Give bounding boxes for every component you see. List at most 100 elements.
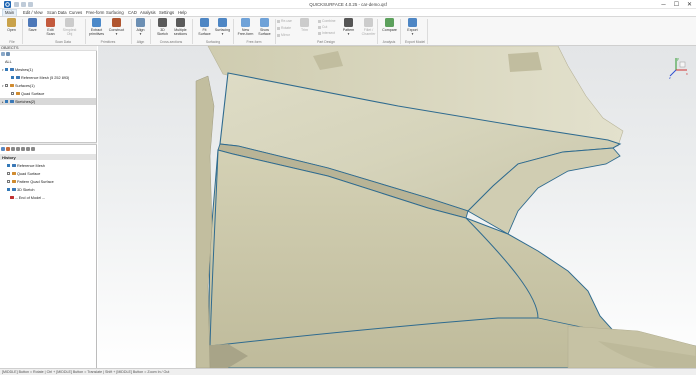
ribbon-button-label: Extract primitives bbox=[88, 28, 105, 36]
view-cube-x-label: x bbox=[686, 72, 688, 76]
ribbon-button-16[interactable]: Compare bbox=[381, 18, 398, 32]
ribbon-button-12[interactable]: Show Surface bbox=[256, 18, 273, 36]
ribbon-button-15[interactable]: Fillet / Chamfer bbox=[360, 18, 377, 36]
history-toolbar bbox=[0, 146, 97, 152]
ribbon-button-label: Fillet / Chamfer bbox=[361, 28, 376, 36]
history-tool-7-icon[interactable] bbox=[31, 147, 35, 151]
ribbon-button-11[interactable]: New Free-form bbox=[237, 18, 254, 36]
history-item-label: Pattern Quad Surface bbox=[16, 179, 54, 184]
ribbon-button-5[interactable]: Construct ▾ bbox=[108, 18, 125, 36]
visibility-checkbox[interactable] bbox=[5, 67, 9, 72]
visibility-checkbox[interactable] bbox=[5, 99, 9, 104]
ribbon-button-label: Export ▾ bbox=[407, 28, 418, 36]
ribbon-button-7[interactable]: 3D Sketch bbox=[154, 18, 171, 36]
maximize-button[interactable]: ☐ bbox=[670, 0, 683, 9]
ribbon-button-icon bbox=[300, 18, 309, 27]
group-label-file: File bbox=[9, 40, 15, 44]
rotate-button[interactable]: Rotate bbox=[277, 26, 291, 30]
ribbon-button-icon bbox=[344, 18, 353, 27]
history-item[interactable]: Reference Mesh bbox=[0, 162, 96, 169]
tree-item[interactable]: ▾ Surfaces(1) bbox=[0, 82, 96, 89]
ribbon-button-10[interactable]: Surfacing ▾ bbox=[214, 18, 231, 36]
close-button[interactable]: ✕ bbox=[683, 0, 696, 9]
history-item[interactable]: Quad Surface bbox=[0, 170, 96, 177]
tree-item[interactable]: ▾ Meshes(1) bbox=[0, 66, 96, 73]
ribbon-button-14[interactable]: Pattern ▾ bbox=[340, 18, 357, 36]
history-tool-2-icon[interactable] bbox=[6, 147, 10, 151]
ribbon-button-8[interactable]: Multiple sections bbox=[172, 18, 189, 36]
menu-main[interactable]: Main bbox=[2, 9, 18, 16]
tree-item[interactable]: ALL bbox=[0, 58, 96, 65]
object-type-icon bbox=[15, 75, 20, 80]
intersect-button[interactable]: Intersect bbox=[318, 31, 335, 35]
object-type-icon bbox=[9, 83, 14, 88]
tree-item-label: Reference Mesh (5 252 893) bbox=[20, 75, 70, 80]
group-label-surfacing: Surfacing bbox=[205, 40, 221, 44]
history-tool-5-icon[interactable] bbox=[21, 147, 25, 151]
history-item[interactable]: Pattern Quad Surface bbox=[0, 178, 96, 185]
visibility-checkbox[interactable] bbox=[11, 75, 15, 80]
history-tool-1-icon[interactable] bbox=[1, 147, 5, 151]
history-checkbox[interactable] bbox=[7, 187, 11, 192]
object-type-icon bbox=[9, 99, 14, 104]
ribbon-button-2[interactable]: Edit Scan bbox=[42, 18, 59, 36]
ribbon-button-3[interactable]: Simplest Obj bbox=[61, 18, 78, 36]
filter-icon[interactable] bbox=[6, 52, 10, 56]
feature-icon bbox=[11, 171, 16, 176]
history-checkbox[interactable] bbox=[7, 179, 11, 184]
objects-toolbar bbox=[0, 51, 97, 57]
view-cube[interactable]: x y z bbox=[668, 56, 690, 80]
ribbon-button-icon bbox=[218, 18, 227, 27]
cut-button[interactable]: Cut bbox=[318, 25, 327, 29]
ribbon-button-icon bbox=[65, 18, 74, 27]
group-separator bbox=[377, 19, 378, 44]
ribbon-button-label: Align ▾ bbox=[136, 28, 145, 36]
tree-item[interactable]: Reference Mesh (5 252 893) bbox=[0, 74, 96, 81]
combine-button[interactable]: Combine bbox=[318, 19, 336, 23]
ribbon-button-9[interactable]: Fit Surface bbox=[196, 18, 213, 36]
left-panel: OBJECTS ALL ▾ Meshes(1) Reference Mesh (5 2… bbox=[0, 46, 97, 368]
tree-item-label: Surfaces(1) bbox=[14, 83, 35, 88]
ribbon-toolbar: Open Save Edit Scan Simplest Obj Extract pri… bbox=[0, 16, 696, 46]
group-separator bbox=[22, 19, 23, 44]
car-fender-model bbox=[195, 46, 696, 368]
ribbon-button-label: Fit Surface bbox=[198, 28, 211, 36]
ribbon-button-label: Pattern ▾ bbox=[342, 28, 355, 36]
visibility-checkbox[interactable] bbox=[5, 83, 9, 88]
re-use-button[interactable]: Re-use bbox=[277, 19, 292, 23]
visibility-checkbox[interactable] bbox=[11, 91, 15, 96]
ribbon-button-13[interactable]: Trim bbox=[296, 18, 313, 32]
history-tool-3-icon[interactable] bbox=[11, 147, 15, 151]
expand-icon[interactable] bbox=[1, 52, 5, 56]
ribbon-button-6[interactable]: Align ▾ bbox=[132, 18, 149, 36]
ribbon-button-4[interactable]: Extract primitives bbox=[88, 18, 105, 36]
history-item[interactable]: 3D Sketch bbox=[0, 186, 96, 193]
history-tool-6-icon[interactable] bbox=[26, 147, 30, 151]
ribbon-button-icon bbox=[241, 18, 250, 27]
minimize-button[interactable]: ─ bbox=[657, 0, 670, 9]
ribbon-button-icon bbox=[176, 18, 185, 27]
history-tool-4-icon[interactable] bbox=[16, 147, 20, 151]
panel-splitter[interactable] bbox=[0, 142, 97, 145]
mirror-button[interactable]: Mirror bbox=[277, 33, 290, 37]
group-label-export-model: Export Model bbox=[405, 40, 425, 44]
history-checkbox[interactable] bbox=[7, 163, 11, 168]
history-item-label: -- End of Model -- bbox=[15, 195, 45, 200]
window-title: QUICKSURFACE 4.0.25 - car-demo.qsf bbox=[309, 2, 387, 7]
group-label-cross-sections: Cross-sections bbox=[159, 40, 183, 44]
tree-item[interactable]: ▸ Sketches(2) bbox=[0, 98, 96, 105]
ribbon-button-1[interactable]: Save bbox=[24, 18, 41, 32]
history-checkbox[interactable] bbox=[7, 171, 11, 176]
history-item-label: 3D Sketch bbox=[16, 187, 35, 192]
ribbon-button-0[interactable]: Open bbox=[3, 18, 20, 32]
ribbon-button-icon bbox=[7, 18, 16, 27]
group-separator bbox=[275, 19, 276, 44]
ribbon-button-17[interactable]: Export ▾ bbox=[404, 18, 421, 36]
group-label-analysis: Analysis bbox=[382, 40, 396, 44]
feature-icon bbox=[11, 179, 16, 184]
history-item[interactable]: -- End of Model -- bbox=[0, 194, 96, 201]
3d-viewport[interactable]: x y z bbox=[98, 46, 696, 368]
tree-item[interactable]: Quad Surface bbox=[0, 90, 96, 97]
group-separator bbox=[85, 19, 86, 44]
ribbon-button-label: Compare bbox=[382, 28, 397, 32]
